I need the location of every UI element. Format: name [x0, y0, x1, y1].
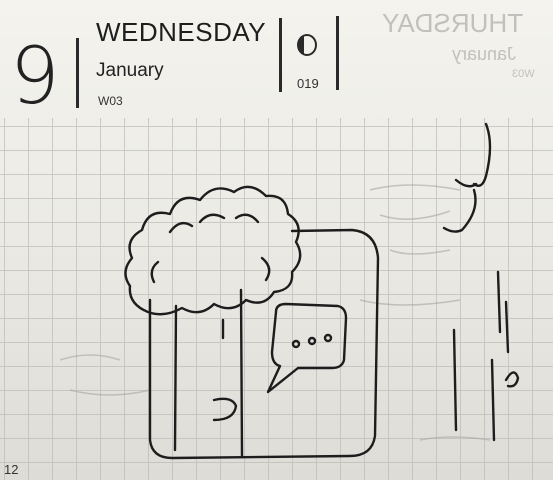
cloud-outline [124, 185, 302, 316]
divider-line [173, 288, 244, 458]
planner-photo: THURSDAY January W03 9 WEDNESDAY January… [0, 0, 553, 480]
face-profile [212, 318, 238, 422]
cloud-inner-curls [150, 213, 271, 284]
speech-dot [323, 333, 333, 343]
margin-marks [442, 122, 520, 442]
ink-sketch [59, 122, 520, 460]
speech-dot [291, 339, 301, 349]
speech-dot [307, 336, 317, 346]
speech-bubble-outline [266, 302, 348, 394]
